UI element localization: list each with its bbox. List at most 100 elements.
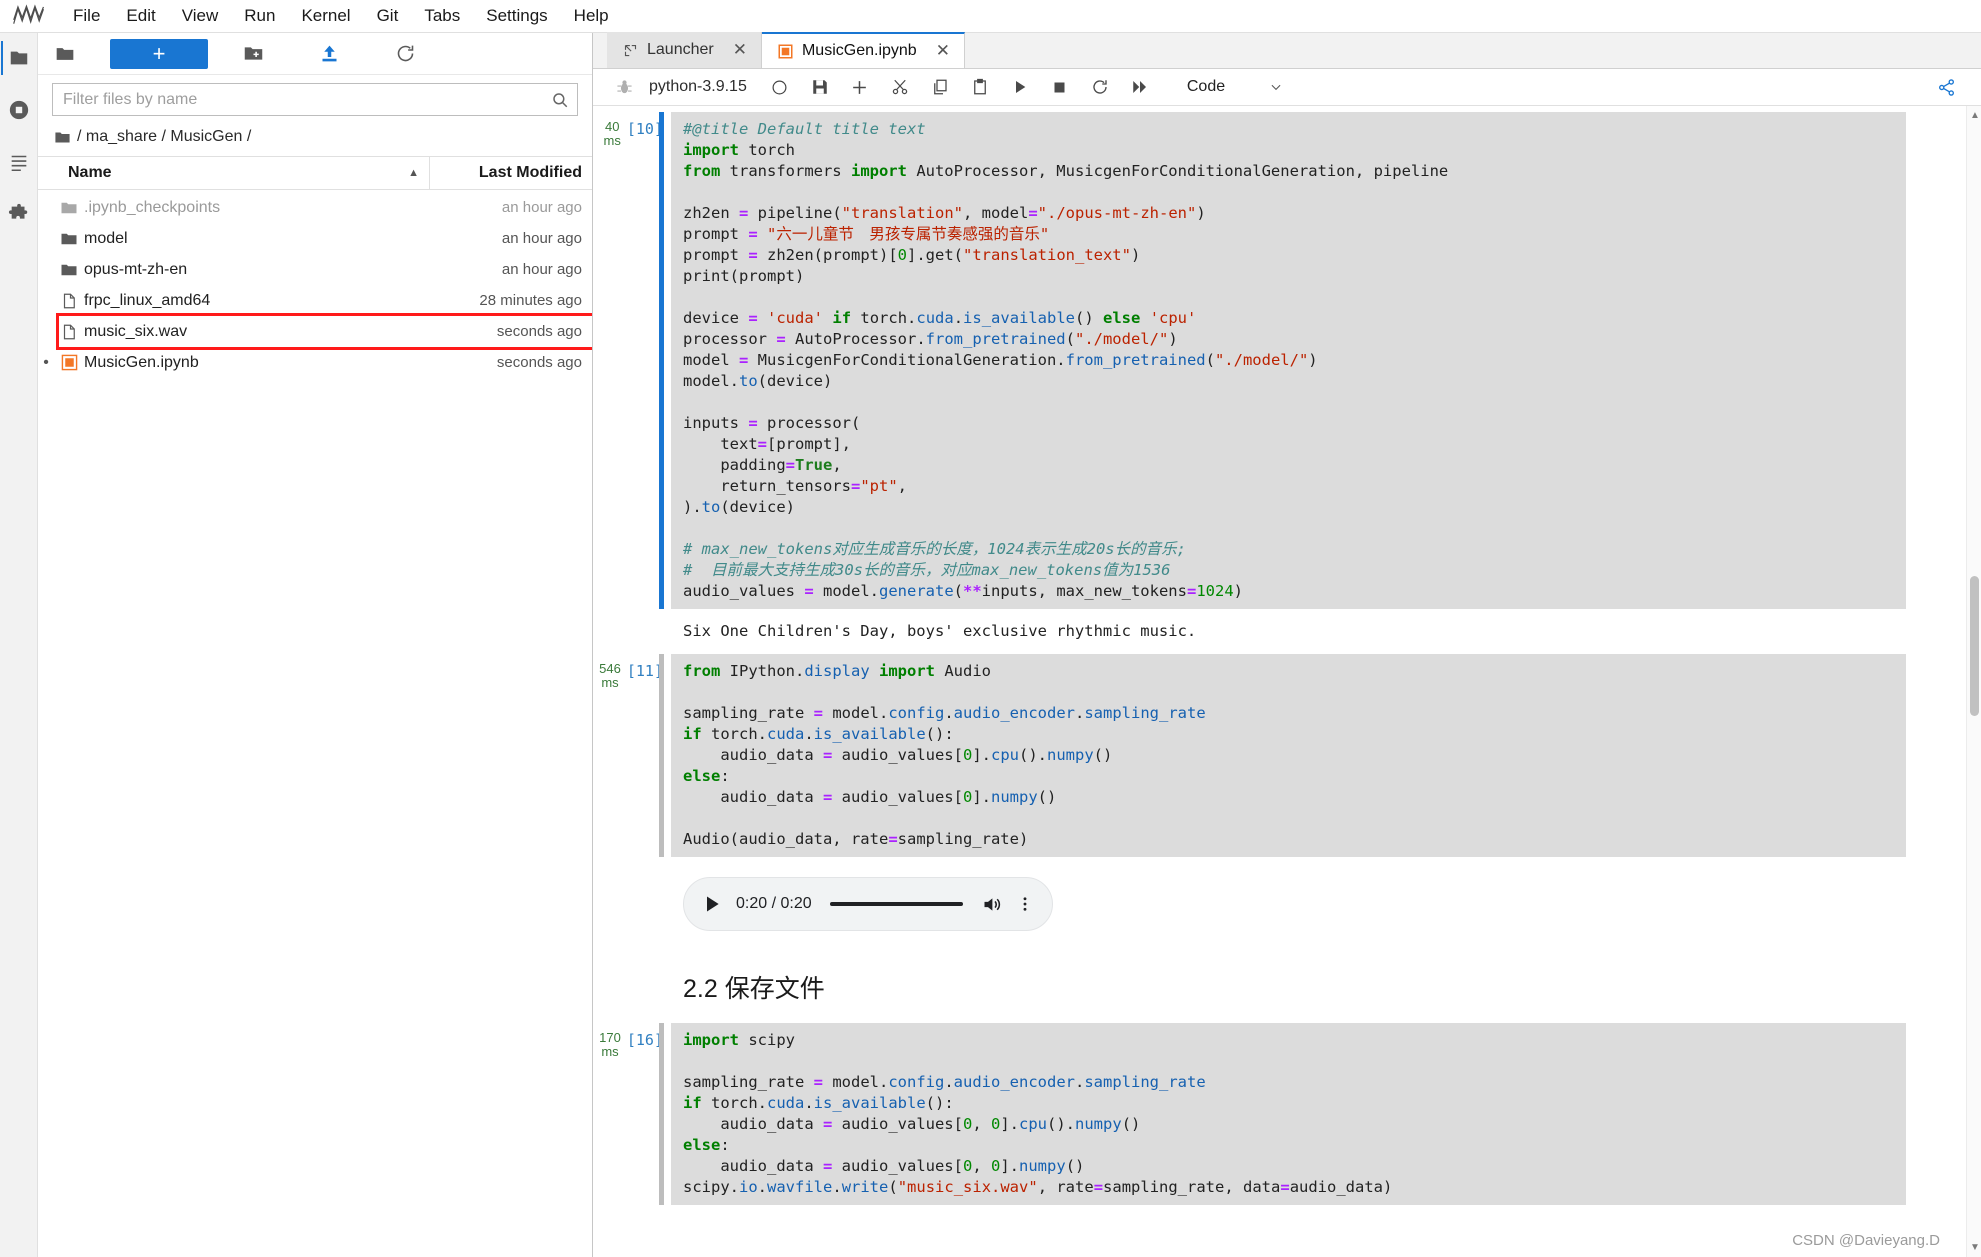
close-icon[interactable]: ✕ — [936, 41, 950, 61]
cell-selection-bar — [659, 1023, 664, 1205]
puzzle-icon — [8, 203, 27, 219]
menu-view[interactable]: View — [169, 3, 232, 29]
tab-label: Launcher — [647, 41, 714, 58]
code-cell-11[interactable]: 546 ms [11] from IPython.display import A… — [593, 654, 1966, 857]
menu-run[interactable]: Run — [231, 3, 288, 29]
audio-player[interactable]: 0:20 / 0:20 — [683, 877, 1053, 931]
paste-cells-button[interactable] — [961, 72, 999, 102]
menu-help[interactable]: Help — [561, 3, 622, 29]
insert-cell-button[interactable] — [841, 72, 879, 102]
sidebar-item-extensions[interactable] — [2, 197, 36, 231]
sidebar-item-toc[interactable] — [2, 145, 36, 179]
menu-settings[interactable]: Settings — [473, 3, 560, 29]
column-header-last-modified[interactable]: Last Modified — [430, 164, 592, 182]
kernel-status-indicator[interactable] — [761, 72, 799, 102]
file-list-header: Name ▲ Last Modified — [38, 156, 592, 190]
menu-tabs[interactable]: Tabs — [411, 3, 473, 29]
file-filter[interactable] — [52, 83, 578, 116]
code-cell-10[interactable]: 40 ms [10] #@title Default title text imp… — [593, 112, 1966, 609]
page-title: 2.2 保存文件 — [683, 975, 825, 1003]
bug-icon — [616, 79, 632, 93]
cut-cells-button[interactable] — [881, 72, 919, 102]
new-folder-button[interactable] — [230, 38, 276, 70]
search-input[interactable] — [61, 89, 551, 110]
code-editor[interactable]: #@title Default title text import torch … — [671, 112, 1906, 609]
list-item-music-six-wav[interactable]: music_six.wav seconds ago — [38, 313, 592, 350]
debug-toggle-button[interactable] — [605, 72, 643, 102]
file-name: opus-mt-zh-en — [84, 260, 188, 278]
menu-file[interactable]: File — [60, 3, 113, 29]
kernel-name-label[interactable]: python-3.9.15 — [645, 78, 759, 96]
tab-musicgen-ipynb[interactable]: MusicGen.ipynb ✕ — [761, 32, 965, 68]
cell-selection-bar — [659, 112, 664, 609]
menu-kernel[interactable]: Kernel — [288, 3, 363, 29]
sidebar-item-file-browser[interactable] — [0, 41, 35, 75]
chevron-down-icon — [1271, 84, 1281, 91]
notebook-icon — [778, 44, 793, 58]
cell-type-dropdown[interactable]: Code — [1179, 76, 1291, 98]
code-cell-16[interactable]: 170 ms [16] import scipy sampling_rate = … — [593, 1023, 1966, 1205]
save-icon — [813, 80, 827, 94]
menu-git[interactable]: Git — [364, 3, 412, 29]
file-modified: an hour ago — [501, 199, 582, 216]
add-cell-icon — [853, 80, 867, 94]
breadcrumb[interactable]: / ma_share / MusicGen / — [38, 122, 592, 156]
column-label-name: Name — [68, 164, 112, 181]
close-icon[interactable]: ✕ — [733, 40, 747, 60]
search-icon — [553, 92, 568, 107]
restart-and-run-all-button[interactable] — [1121, 72, 1159, 102]
folder-icon — [55, 132, 70, 142]
tab-launcher[interactable]: Launcher ✕ — [607, 32, 762, 68]
new-launcher-button[interactable]: + — [110, 38, 208, 69]
file-icon — [54, 292, 84, 310]
list-icon — [11, 155, 26, 172]
scroll-down-arrow-icon[interactable]: ▼ — [1970, 1242, 1980, 1253]
interrupt-kernel-button[interactable] — [1041, 72, 1079, 102]
refresh-icon — [397, 45, 413, 62]
list-item[interactable]: .ipynb_checkpoints an hour ago — [38, 192, 592, 223]
refresh-button[interactable] — [382, 38, 428, 70]
more-options-icon[interactable] — [1016, 895, 1034, 913]
run-icon — [1015, 81, 1026, 93]
audio-output: 0:20 / 0:20 — [671, 863, 1966, 941]
audio-time-display: 0:20 / 0:20 — [736, 895, 812, 912]
share-icon — [1938, 78, 1954, 96]
code-editor[interactable]: import scipy sampling_rate = model.confi… — [671, 1023, 1906, 1205]
cell-output-text: Six One Children's Day, boys' exclusive … — [683, 622, 1197, 640]
folder-icon — [54, 230, 84, 248]
menu-bar: File Edit View Run Kernel Git Tabs Setti… — [0, 0, 1981, 33]
scroll-up-arrow-icon[interactable]: ▲ — [1970, 110, 1980, 121]
volume-icon[interactable] — [981, 894, 1002, 915]
copy-cells-button[interactable] — [921, 72, 959, 102]
notebook-scrollbar[interactable]: ▲ ▼ — [1966, 106, 1981, 1257]
share-button[interactable] — [1927, 72, 1965, 102]
watermark: CSDN @Davieyang.D — [1792, 1232, 1940, 1249]
restart-kernel-button[interactable] — [1081, 72, 1119, 102]
scrollbar-thumb[interactable] — [1970, 576, 1979, 716]
list-item[interactable]: opus-mt-zh-en an hour ago — [38, 254, 592, 285]
folder-icon — [56, 47, 74, 60]
column-header-name[interactable]: Name ▲ — [38, 157, 430, 189]
execution-count: [11] — [626, 662, 663, 680]
code-editor[interactable]: from IPython.display import Audio sampli… — [671, 654, 1906, 857]
save-button[interactable] — [801, 72, 839, 102]
menu-edit[interactable]: Edit — [113, 3, 168, 29]
notebook-content: 40 ms [10] #@title Default title text imp… — [593, 106, 1966, 1257]
kernel-idle-circle-icon — [772, 80, 787, 94]
run-cell-button[interactable] — [1001, 72, 1039, 102]
play-icon[interactable] — [702, 894, 722, 914]
markdown-cell[interactable]: 2.2 保存文件 — [671, 941, 1966, 1023]
audio-progress-slider[interactable] — [829, 902, 963, 906]
list-item-musicgen-ipynb[interactable]: • MusicGen.ipynb seconds ago — [38, 347, 592, 378]
file-name: frpc_linux_amd64 — [84, 291, 211, 309]
upload-button[interactable] — [306, 38, 352, 70]
list-item[interactable]: frpc_linux_amd64 28 minutes ago — [38, 285, 592, 316]
file-browser-panel: + Filter files by name / ma_share / Musi… — [38, 33, 593, 1257]
tab-label: MusicGen.ipynb — [801, 42, 917, 59]
file-browser-root-button[interactable] — [42, 38, 88, 70]
main-area: Launcher ✕ MusicGen.ipynb ✕ python-3.9.1… — [593, 32, 1981, 1257]
activity-sidebar — [0, 33, 38, 1257]
execution-count: [10] — [626, 120, 663, 138]
list-item[interactable]: model an hour ago — [38, 223, 592, 254]
sidebar-item-running[interactable] — [2, 93, 36, 127]
